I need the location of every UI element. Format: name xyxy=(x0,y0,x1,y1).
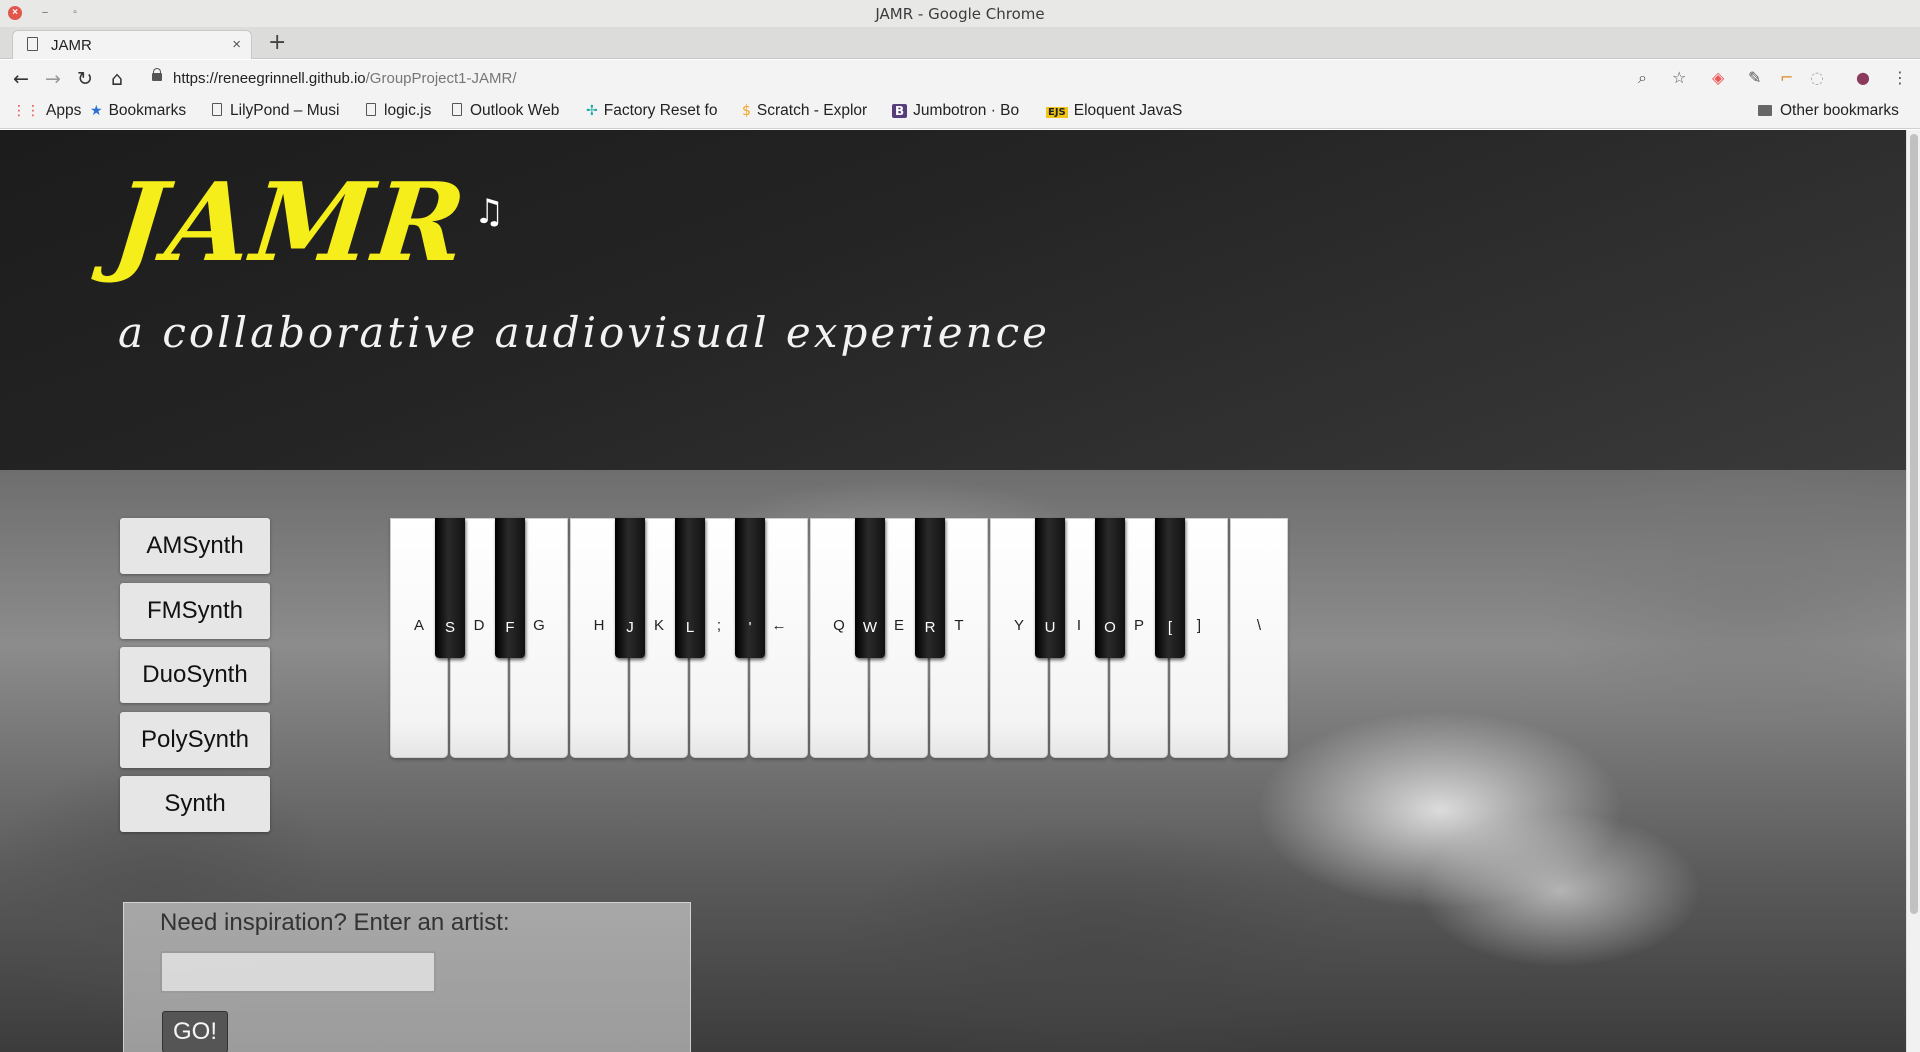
synth-button[interactable]: Synth xyxy=(120,776,270,832)
artist-input[interactable] xyxy=(160,951,436,993)
black-key[interactable]: W xyxy=(855,518,885,658)
extension-orange-icon[interactable]: ⌐ xyxy=(1780,68,1793,87)
zoom-icon[interactable]: ⌕ xyxy=(1638,68,1647,88)
white-key[interactable]: \ xyxy=(1230,518,1288,758)
bookmark-scratch[interactable]: $ Scratch - Explor xyxy=(742,102,876,124)
piano-keyboard: A D G H K ; ← Q E T Y I P ] \ S F J L ' … xyxy=(390,518,1290,758)
black-key[interactable]: U xyxy=(1035,518,1065,658)
url-path: /GroupProject1-JAMR/ xyxy=(365,70,517,87)
jamr-logo: JAMR xyxy=(107,160,473,286)
bookmark-eloquent-js[interactable]: EJS Eloquent JavaS xyxy=(1046,102,1182,124)
bookmark-factory-reset[interactable]: ✢ Factory Reset fo xyxy=(586,102,724,124)
bookmark-bookmarks[interactable]: ★ Bookmarks xyxy=(90,102,186,124)
black-key[interactable]: ' xyxy=(735,518,765,658)
bookmark-lilypond[interactable]: LilyPond – Musi xyxy=(212,102,346,124)
bookmark-jumbotron[interactable]: B Jumbotron · Bo xyxy=(892,102,1028,124)
bookmark-apps[interactable]: ⋮⋮ Apps xyxy=(12,102,81,124)
page-scrollbar[interactable] xyxy=(1906,130,1920,1052)
other-bookmarks[interactable]: Other bookmarks xyxy=(1758,102,1899,124)
bookmark-star-icon[interactable]: ☆ xyxy=(1672,68,1686,87)
inspiration-panel: Need inspiration? Enter an artist: GO! xyxy=(123,902,691,1052)
page-icon xyxy=(452,103,462,116)
polysynth-button[interactable]: PolySynth xyxy=(120,712,270,768)
duosynth-button[interactable]: DuoSynth xyxy=(120,647,270,703)
page-viewport: JAMR ♫ a collaborative audiovisual exper… xyxy=(0,130,1906,1052)
instrument-stage: AMSynth FMSynth DuoSynth PolySynth Synth… xyxy=(0,470,1906,1052)
page-icon xyxy=(27,37,38,51)
black-key[interactable]: F xyxy=(495,518,525,658)
sparkle-icon: ✢ xyxy=(586,103,598,119)
home-button[interactable]: ⌂ xyxy=(104,66,130,92)
forward-button[interactable]: → xyxy=(40,66,66,92)
lock-icon xyxy=(152,68,162,81)
folder-icon xyxy=(1758,105,1772,116)
extension-red-icon[interactable]: ◈ xyxy=(1712,68,1724,87)
profile-avatar-icon[interactable]: ● xyxy=(1856,68,1870,87)
extension-circle-icon[interactable]: ◌ xyxy=(1810,68,1824,87)
scrollbar-thumb[interactable] xyxy=(1910,134,1918,914)
reload-button[interactable]: ↻ xyxy=(72,66,98,92)
apps-grid-icon: ⋮⋮ xyxy=(12,103,40,119)
scratch-icon: $ xyxy=(742,103,751,119)
black-key[interactable]: O xyxy=(1095,518,1125,658)
black-key[interactable]: J xyxy=(615,518,645,658)
go-button[interactable]: GO! xyxy=(162,1011,228,1052)
star-icon: ★ xyxy=(90,103,103,119)
tab-close-icon[interactable]: × xyxy=(232,36,241,53)
tagline: a collaborative audiovisual experience xyxy=(118,308,1050,357)
bookmark-logicjs[interactable]: logic.js xyxy=(366,102,431,124)
tab-strip: JAMR × + xyxy=(0,27,1920,59)
page-icon xyxy=(366,103,376,116)
black-key[interactable]: L xyxy=(675,518,705,658)
browser-toolbar: ← → ↻ ⌂ https://reneegrinnell.github.io/… xyxy=(0,60,1920,98)
menu-kebab-icon[interactable]: ⋮ xyxy=(1892,68,1908,87)
extension-pen-icon[interactable]: ✎ xyxy=(1748,68,1761,87)
fmsynth-button[interactable]: FMSynth xyxy=(120,583,270,639)
amsynth-button[interactable]: AMSynth xyxy=(120,518,270,574)
url-host: https://reneegrinnell.github.io xyxy=(173,70,366,87)
tab-label: JAMR xyxy=(51,37,92,54)
ejs-icon: EJS xyxy=(1046,107,1068,118)
hero-banner: JAMR ♫ a collaborative audiovisual exper… xyxy=(0,130,1906,470)
new-tab-button[interactable]: + xyxy=(268,30,286,55)
bookmarks-bar: ⋮⋮ Apps ★ Bookmarks LilyPond – Musi logic.… xyxy=(0,98,1920,129)
back-button[interactable]: ← xyxy=(8,66,34,92)
black-key[interactable]: S xyxy=(435,518,465,658)
address-bar[interactable]: https://reneegrinnell.github.io/GroupPro… xyxy=(173,70,517,87)
black-key[interactable]: R xyxy=(915,518,945,658)
inspiration-label: Need inspiration? Enter an artist: xyxy=(160,909,510,936)
black-key[interactable]: [ xyxy=(1155,518,1185,658)
bootstrap-icon: B xyxy=(892,104,908,118)
music-note-icon: ♫ xyxy=(474,192,505,232)
browser-tab[interactable]: JAMR × xyxy=(12,30,252,59)
window-titlebar: × – ▫ JAMR - Google Chrome xyxy=(0,0,1920,27)
bookmark-outlook[interactable]: Outlook Web xyxy=(452,102,559,124)
window-title: JAMR - Google Chrome xyxy=(875,5,1045,23)
page-icon xyxy=(212,103,222,116)
